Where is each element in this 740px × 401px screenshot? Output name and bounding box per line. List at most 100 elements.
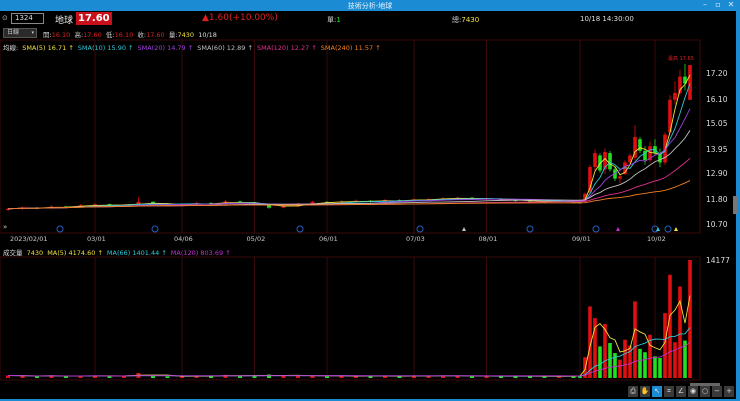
- date-axis-label: 08/01: [478, 235, 498, 243]
- price-axis-label: 11.80: [706, 194, 728, 204]
- bar-date: 10/18: [198, 31, 217, 39]
- ma-legend-label: 均線:: [3, 44, 19, 52]
- eye-icon[interactable]: ◉: [688, 386, 698, 397]
- signal-triangle-icon: [616, 227, 620, 231]
- zoom-out-icon[interactable]: −: [712, 386, 722, 397]
- signal-triangle-icon: [656, 227, 660, 231]
- volume-bar: [673, 342, 677, 378]
- event-marker-icon: [664, 225, 672, 233]
- volume-bar: [165, 376, 170, 378]
- event-marker-icon: [416, 225, 424, 233]
- vertical-scrollbar-thumb[interactable]: [733, 196, 737, 214]
- reset-icon[interactable]: ○: [700, 386, 710, 397]
- stock-name: 地球: [55, 16, 74, 26]
- volume-bar: [623, 339, 627, 378]
- draw-line-icon[interactable]: ∠: [676, 386, 686, 397]
- ma-legend-item-3: SMA(60) 12.89 ↑: [197, 44, 253, 52]
- volume-ma-legend-item-0: MA(5) 4174.60 ↑: [47, 249, 103, 257]
- price-ma-line: [7, 74, 691, 210]
- stock-code-input[interactable]: 1324: [11, 13, 44, 24]
- period-value: 日線: [7, 29, 20, 36]
- price-ma-line: [7, 157, 691, 210]
- volume-bar: [638, 348, 642, 378]
- high-value: 17.60: [83, 31, 102, 39]
- candle-body: [673, 92, 677, 100]
- close-value: 17.60: [146, 31, 165, 39]
- pointer-icon[interactable]: ↖: [652, 386, 662, 397]
- total-volume: 7430: [461, 16, 480, 24]
- date-axis-label: 05/02: [246, 235, 266, 243]
- volume-ma-line: [7, 327, 691, 377]
- ma-legend-item-0: SMA(5) 16.71 ↑: [22, 44, 74, 52]
- volume-legend-value: 7430: [26, 249, 44, 257]
- crosshair-icon[interactable]: ⌗: [664, 386, 674, 397]
- ma-legend: 均線: SMA(5) 16.71 ↑ SMA(10) 15.90 ↑ SMA(20) …: [3, 42, 381, 52]
- volume-ma-legend-item-1: MA(66) 1401.44 ↑: [106, 249, 167, 257]
- candle-body: [310, 201, 315, 204]
- price-axis-label: 10.70: [706, 220, 728, 229]
- volume-bar: [658, 358, 662, 378]
- event-marker-icon: [56, 225, 64, 233]
- price-axis-label: 16.10: [706, 94, 728, 104]
- volume-bar: [598, 346, 602, 378]
- hand-icon[interactable]: ✋: [640, 386, 650, 397]
- volume-bar: [618, 359, 622, 378]
- open-value: 16.10: [51, 31, 71, 39]
- volume-bar: [668, 274, 672, 378]
- candle-body: [281, 206, 286, 208]
- low-label: 低:: [105, 31, 115, 39]
- volume-bar: [678, 286, 682, 378]
- candle-body: [688, 65, 692, 100]
- price-change: ▲1.60(+10.00%): [202, 13, 278, 23]
- price-axis-label: 13.95: [706, 144, 728, 154]
- volume-bar: [20, 375, 25, 378]
- volume-bar: [151, 376, 155, 378]
- candle-body: [618, 176, 622, 179]
- single-volume: 1: [336, 16, 341, 24]
- ma-legend-item-4: SMA(120) 12.27 ↑: [256, 44, 317, 52]
- candle-body: [593, 153, 597, 168]
- volume-bar: [64, 376, 68, 378]
- print-icon[interactable]: ⎙: [628, 386, 638, 397]
- signal-triangle-icon: [674, 227, 678, 231]
- last-price: 17.60: [76, 12, 112, 25]
- volume-bar: [238, 376, 242, 378]
- volume-bar: [122, 376, 126, 378]
- price-axis-label: 12.90: [706, 169, 728, 178]
- ma-legend-item-5: SMA(240) 11.57 ↑: [320, 44, 381, 52]
- volume-bar: [633, 301, 637, 378]
- collapse-double-chevron-icon[interactable]: »: [3, 223, 7, 231]
- volume-bar: [653, 356, 657, 378]
- event-marker-icon: [592, 225, 600, 233]
- volume-bar: [35, 376, 39, 378]
- signal-triangle-icon: [462, 227, 466, 231]
- price-axis-label: 17.20: [706, 69, 728, 79]
- volume-bar: [325, 376, 329, 378]
- date-axis-label: 07/03: [406, 235, 425, 243]
- price-ma-line: [7, 83, 691, 210]
- volume-bar: [688, 260, 692, 378]
- volume-legend-label: 成交量: [3, 249, 23, 257]
- volume-bar: [470, 376, 474, 378]
- ma-legend-item-1: SMA(10) 15.90 ↑: [77, 44, 134, 52]
- price-axis-label: 15.05: [706, 119, 728, 129]
- volume-ma-legend-item-2: MA(120) 803.69 ↑: [170, 249, 231, 257]
- settings-circle-icon[interactable]: ⊙: [2, 14, 8, 22]
- period-select[interactable]: 日線 ▾: [3, 28, 37, 38]
- open-label: 開:: [43, 31, 52, 39]
- volume-bar: [608, 343, 612, 378]
- total-label: 總:: [452, 16, 462, 24]
- event-marker-icon: [151, 225, 159, 233]
- event-marker-icon: [526, 225, 534, 233]
- volume-axis-max: 14177: [706, 256, 730, 265]
- date-axis-label: 2023/02/01: [10, 235, 48, 243]
- volume-bar: [397, 376, 402, 378]
- chart-canvas: [0, 39, 701, 381]
- date-axis-label: 03/01: [87, 235, 106, 243]
- date-axis-label: 06/01: [319, 235, 338, 243]
- volume-bar: [643, 352, 647, 378]
- ma-legend-item-2: SMA(20) 14.79 ↑: [137, 44, 194, 52]
- chevron-down-icon: ▾: [31, 30, 34, 36]
- low-value: 16.10: [114, 31, 134, 39]
- zoom-in-icon[interactable]: +: [724, 386, 734, 397]
